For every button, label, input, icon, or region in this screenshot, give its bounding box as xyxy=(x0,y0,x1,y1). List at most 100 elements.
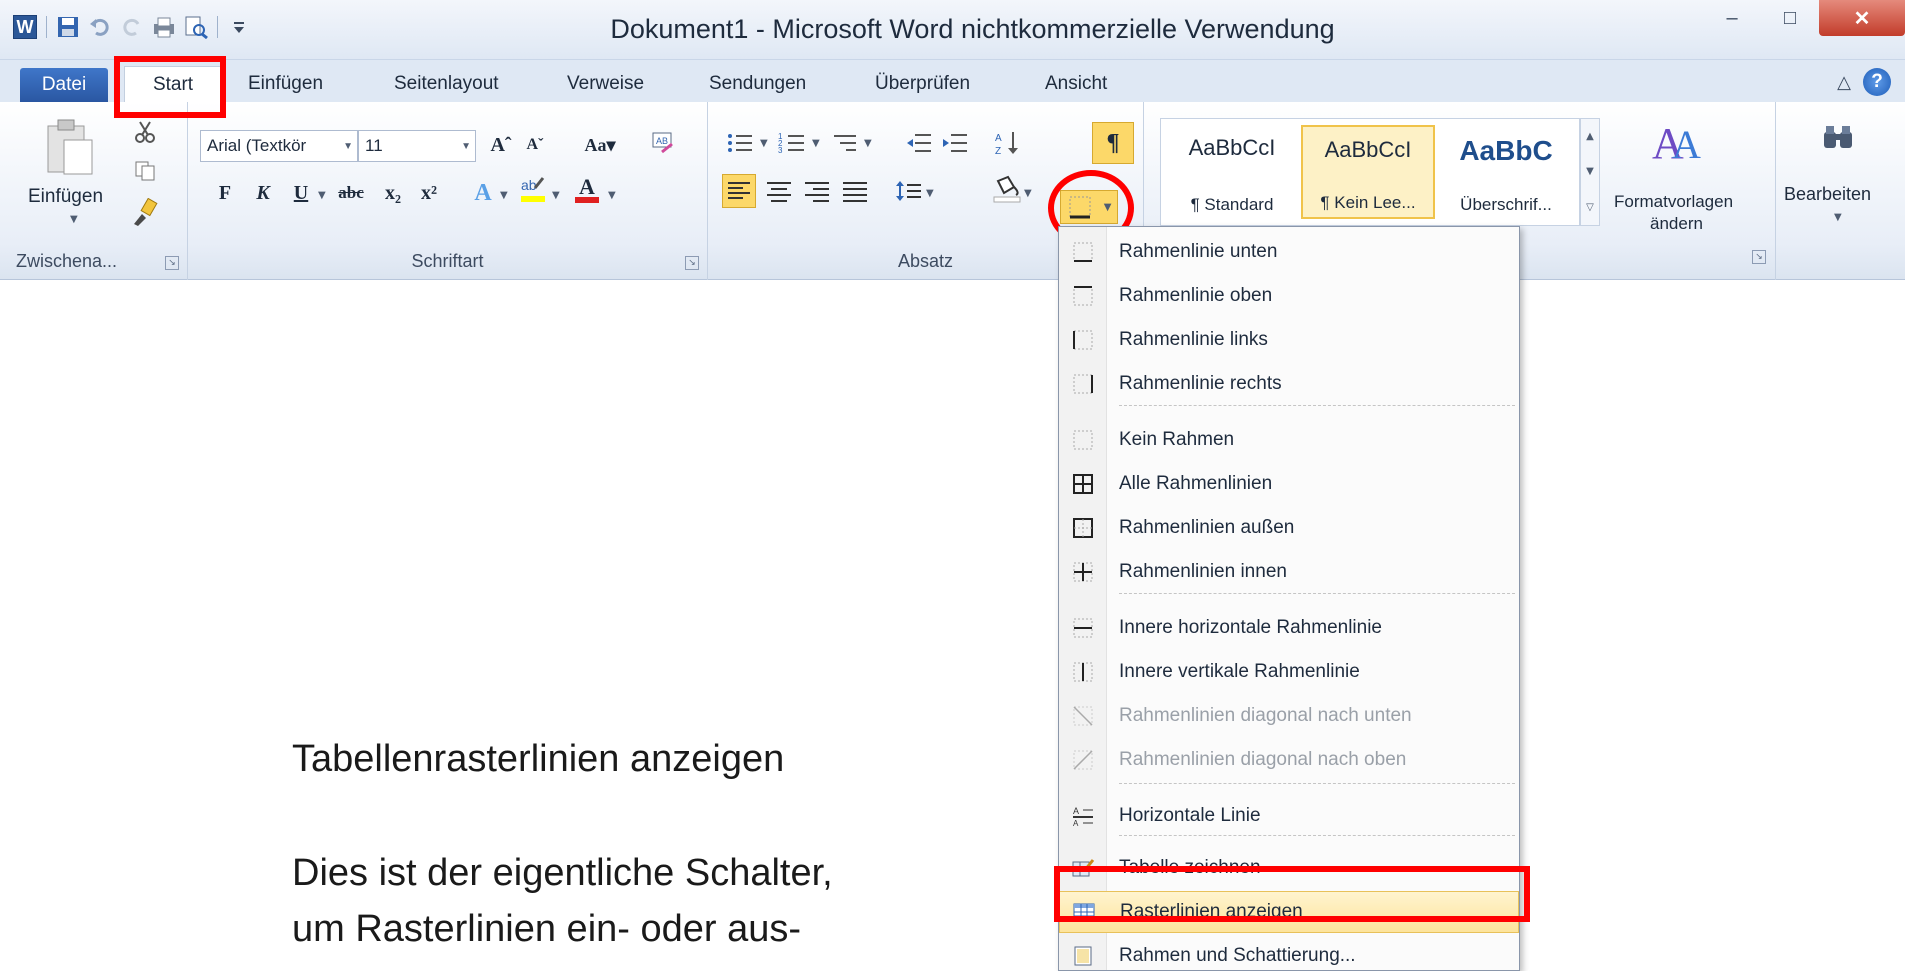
bullets-dropdown-icon[interactable]: ▼ xyxy=(760,138,768,149)
close-button[interactable]: ✕ xyxy=(1819,0,1905,36)
styles-gallery-scroll[interactable]: ▲ ▼ ▽ xyxy=(1580,118,1600,226)
tab-page-layout[interactable]: Seitenlayout xyxy=(394,66,499,102)
grow-font-icon[interactable]: Aˆ xyxy=(486,130,516,160)
paste-dropdown-icon[interactable]: ▼ xyxy=(70,214,78,225)
numbering-dropdown-icon[interactable]: ▼ xyxy=(812,138,820,149)
word-window: W Dokument1 - Microsoft Word nichtkommer… xyxy=(0,0,1905,971)
editing-label[interactable]: Bearbeiten xyxy=(1784,184,1871,205)
shading-icon[interactable] xyxy=(992,174,1022,204)
menu-item-border-bottom[interactable]: Rahmenlinie unten xyxy=(1059,231,1519,273)
tab-insert[interactable]: Einfügen xyxy=(248,66,323,102)
svg-text:Z: Z xyxy=(995,146,1001,156)
change-case-icon[interactable]: Aa▾ xyxy=(578,130,622,160)
gallery-more-icon[interactable]: ▽ xyxy=(1586,202,1594,213)
menu-item-outside-borders[interactable]: Rahmenlinien außen xyxy=(1059,507,1519,549)
highlight-color-icon[interactable]: ab xyxy=(518,174,548,204)
editing-dropdown-icon[interactable]: ▼ xyxy=(1834,212,1842,223)
menu-item-label: Innere horizontale Rahmenlinie xyxy=(1119,617,1382,638)
style-no-spacing-sample: AaBbCcI xyxy=(1324,137,1412,162)
bullets-icon[interactable] xyxy=(726,128,756,158)
clear-formatting-icon[interactable]: AB xyxy=(648,128,678,158)
window-title: Dokument1 - Microsoft Word nichtkommerzi… xyxy=(610,14,1335,44)
tab-view[interactable]: Ansicht xyxy=(1045,66,1107,102)
paste-label[interactable]: Einfügen xyxy=(28,186,103,208)
menu-item-label: Rahmenlinien innen xyxy=(1119,561,1287,582)
menu-item-borders-shading[interactable]: Rahmen und Schattierung... xyxy=(1059,935,1519,971)
menu-item-inside-borders[interactable]: Rahmenlinien innen xyxy=(1059,551,1519,593)
style-heading[interactable]: AaBbC Überschrif... xyxy=(1439,125,1573,219)
numbering-icon[interactable]: 123 xyxy=(778,128,808,158)
change-styles-icon[interactable]: AA xyxy=(1650,114,1706,170)
underline-dropdown-icon[interactable]: ▼ xyxy=(318,190,326,201)
copy-icon[interactable] xyxy=(134,160,156,186)
sort-icon[interactable]: AZ xyxy=(992,128,1022,158)
help-icon[interactable]: ? xyxy=(1863,68,1891,96)
tab-references[interactable]: Verweise xyxy=(567,66,644,102)
menu-item-border-left[interactable]: Rahmenlinie links xyxy=(1059,319,1519,361)
no-border-icon xyxy=(1059,419,1107,461)
shrink-font-icon[interactable]: Aˇ xyxy=(520,130,550,160)
cut-icon[interactable] xyxy=(134,120,156,148)
gallery-up-icon[interactable]: ▲ xyxy=(1586,131,1594,142)
clipboard-group-label: Zwischena... xyxy=(16,251,118,271)
justify-icon[interactable] xyxy=(840,176,870,206)
shading-dropdown-icon[interactable]: ▼ xyxy=(1024,188,1032,199)
format-painter-icon[interactable] xyxy=(130,197,158,232)
bold-button[interactable]: F xyxy=(210,178,240,208)
menu-item-border-right[interactable]: Rahmenlinie rechts xyxy=(1059,363,1519,405)
italic-button[interactable]: K xyxy=(248,178,278,208)
font-dialog-launcher[interactable]: ↘ xyxy=(685,256,699,270)
maximize-button[interactable]: □ xyxy=(1761,0,1819,36)
subscript-icon[interactable]: x₂ xyxy=(378,178,408,208)
text-effects-icon[interactable]: A xyxy=(468,178,498,208)
menu-item-all-borders[interactable]: Alle Rahmenlinien xyxy=(1059,463,1519,505)
font-color-icon[interactable]: A xyxy=(572,174,602,204)
style-standard[interactable]: AaBbCcI ¶ Standard xyxy=(1165,125,1299,219)
increase-indent-icon[interactable] xyxy=(940,128,970,158)
tab-review[interactable]: Überprüfen xyxy=(875,66,970,102)
find-binoculars-icon[interactable] xyxy=(1822,124,1854,154)
menu-item-horizontal-line[interactable]: A A Horizontale Linie xyxy=(1059,795,1519,837)
annotation-highlight-gridlines-item xyxy=(1054,866,1530,922)
menu-item-no-border[interactable]: Kein Rahmen xyxy=(1059,419,1519,461)
font-name-dropdown-icon: ▼ xyxy=(343,140,353,152)
gallery-down-icon[interactable]: ▼ xyxy=(1586,166,1594,177)
tab-file[interactable]: Datei xyxy=(20,68,108,102)
superscript-icon[interactable]: x² xyxy=(414,178,444,208)
strikethrough-icon[interactable]: abc xyxy=(336,178,366,208)
minimize-button[interactable]: – xyxy=(1703,0,1761,36)
menu-item-inside-vertical[interactable]: Innere vertikale Rahmenlinie xyxy=(1059,651,1519,693)
menu-item-label: Rahmen und Schattierung... xyxy=(1119,945,1356,966)
align-right-icon[interactable] xyxy=(802,176,832,206)
line-spacing-icon[interactable] xyxy=(894,176,924,206)
menu-item-border-top[interactable]: Rahmenlinie oben xyxy=(1059,275,1519,317)
font-color-dropdown-icon[interactable]: ▼ xyxy=(608,190,616,201)
multilevel-list-icon[interactable] xyxy=(830,128,860,158)
menu-item-inside-horizontal[interactable]: Innere horizontale Rahmenlinie xyxy=(1059,607,1519,649)
decrease-indent-icon[interactable] xyxy=(904,128,934,158)
multilevel-dropdown-icon[interactable]: ▼ xyxy=(864,138,872,149)
borders-shading-icon xyxy=(1059,935,1107,971)
style-no-spacing-label: ¶ Kein Lee... xyxy=(1320,193,1416,212)
text-effects-dropdown-icon[interactable]: ▼ xyxy=(500,190,508,201)
align-center-icon[interactable] xyxy=(764,176,794,206)
menu-item-label: Rahmenlinien diagonal nach unten xyxy=(1119,705,1412,726)
change-styles-label[interactable]: Formatvorlagen xyxy=(1614,192,1733,212)
show-formatting-marks-button[interactable]: ¶ xyxy=(1092,122,1134,164)
change-styles-label-2[interactable]: ändern xyxy=(1650,214,1703,234)
align-left-button[interactable] xyxy=(722,174,756,208)
font-size-select[interactable]: 11 ▼ xyxy=(358,130,476,162)
font-name-select[interactable]: Arial (Textkör ▼ xyxy=(200,130,358,162)
style-no-spacing[interactable]: AaBbCcI ¶ Kein Lee... xyxy=(1301,125,1435,219)
line-spacing-dropdown-icon[interactable]: ▼ xyxy=(926,188,934,199)
tab-mailings[interactable]: Sendungen xyxy=(709,66,806,102)
minimize-ribbon-icon[interactable]: △ xyxy=(1837,72,1851,93)
underline-button[interactable]: U xyxy=(286,178,316,208)
paste-icon[interactable] xyxy=(44,118,96,182)
menu-separator xyxy=(1119,593,1515,594)
clipboard-dialog-launcher[interactable]: ↘ xyxy=(165,256,179,270)
styles-dialog-launcher[interactable]: ↘ xyxy=(1752,250,1766,264)
menu-item-label: Rahmenlinie oben xyxy=(1119,285,1273,306)
highlight-dropdown-icon[interactable]: ▼ xyxy=(552,190,560,201)
menu-item-label: Alle Rahmenlinien xyxy=(1119,473,1273,494)
